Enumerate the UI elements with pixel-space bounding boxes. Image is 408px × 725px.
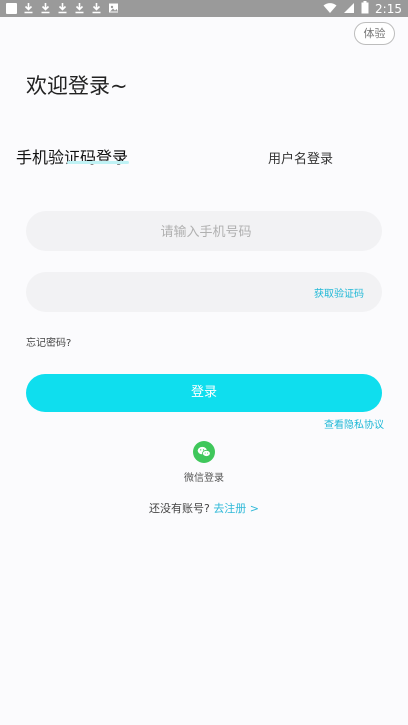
register-link[interactable]: 去注册 > [213, 502, 259, 515]
wifi-icon [323, 2, 337, 17]
download-icon [40, 2, 51, 14]
register-prompt: 还没有账号? 去注册 > [149, 500, 259, 516]
tab-username-login[interactable]: 用户名登录 [268, 148, 333, 167]
download-icon [23, 2, 34, 14]
trial-button[interactable]: 体验 [354, 22, 395, 45]
wechat-icon[interactable] [193, 441, 215, 463]
wechat-login-label[interactable]: 微信登录 [184, 469, 224, 484]
register-text: 还没有账号? [148, 502, 210, 515]
phone-input[interactable] [26, 211, 386, 253]
verification-code-input[interactable] [26, 272, 296, 312]
tab-phone-login[interactable]: 手机验证码登录 [16, 144, 128, 168]
status-bar-system: 2:15 [323, 1, 402, 17]
download-icon [74, 2, 85, 14]
privacy-policy-link[interactable]: 查看隐私协议 [324, 416, 384, 431]
download-icon [57, 2, 68, 14]
login-button[interactable]: 登录 [26, 374, 382, 412]
clock: 2:15 [375, 1, 402, 16]
battery-icon [361, 1, 369, 17]
notification-box-icon [6, 2, 17, 14]
forgot-password-link[interactable]: 忘记密码? [26, 334, 71, 349]
get-code-button[interactable]: 获取验证码 [314, 285, 364, 300]
download-icon [91, 2, 102, 14]
status-bar: 2:15 [0, 0, 408, 17]
welcome-title: 欢迎登录~ [26, 74, 128, 98]
phone-field[interactable] [26, 211, 386, 253]
image-icon [108, 2, 119, 14]
verification-code-field[interactable]: 获取验证码 [26, 272, 382, 312]
signal-icon [343, 2, 355, 17]
tab-active-indicator [67, 161, 129, 164]
status-bar-notifications [6, 2, 119, 14]
